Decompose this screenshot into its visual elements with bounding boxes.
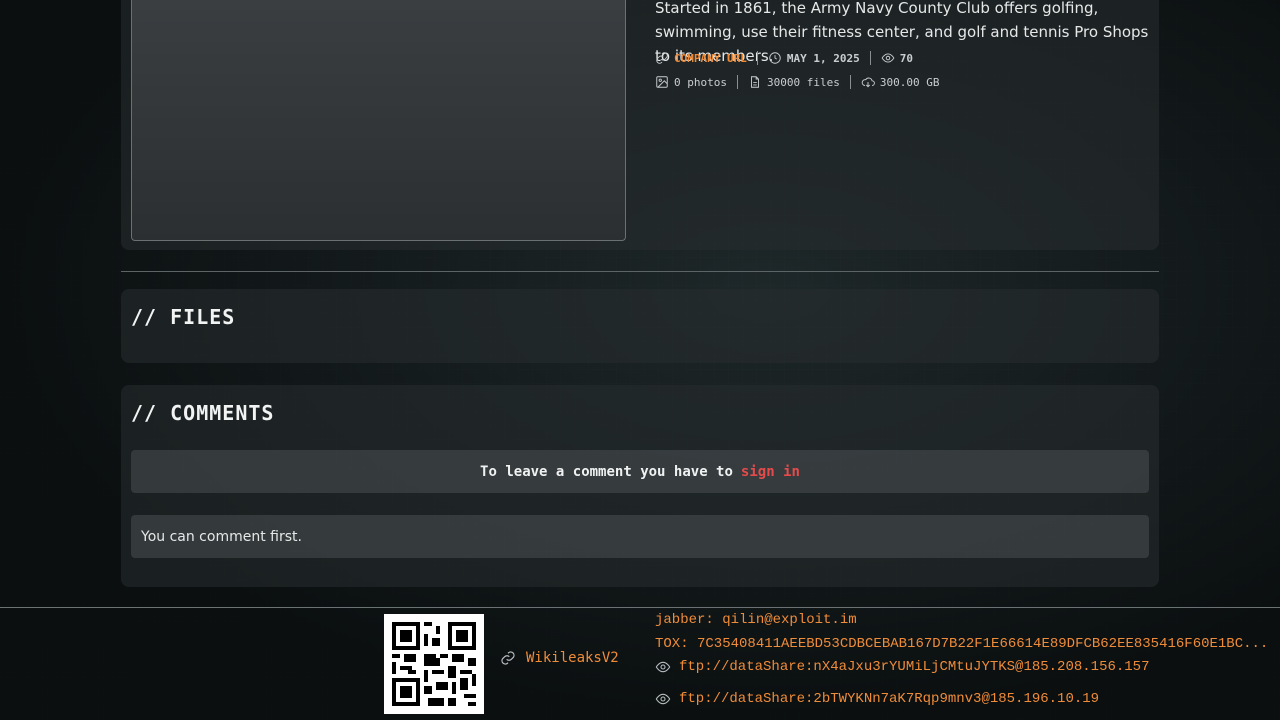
files-title: // FILES [131,305,236,329]
ftp-link-2-text: ftp://dataShare:2bTWYKNn7aK7Rqp9mnv3@185… [679,691,1100,707]
size-value: 300.00 GB [879,75,940,89]
company-stats-row: 0 photos 30000 files 300.00 GB [655,73,939,91]
company-preview-image [131,0,626,241]
tox-contact[interactable]: TOX: 7C35408411AEEBD53CDBCEBAB167D7B22F1… [655,636,1275,652]
clock-icon [769,52,781,64]
ftp-link-2[interactable]: ftp://dataShare:2bTWYKNn7aK7Rqp9mnv3@185… [655,691,1099,707]
photos-value: 0 photos [674,75,727,89]
link-icon [656,52,668,64]
empty-comments-text: You can comment first. [141,528,302,545]
ftp-link-1-text: ftp://dataShare:nX4aJxu3rYUMiLjCMtuJYTKS… [679,659,1150,675]
meta-divider [756,51,758,65]
photos-count: 0 photos [655,75,727,89]
files-count: 30000 files [748,75,840,89]
views-value: 70 [899,51,913,65]
signin-prompt-text: To leave a comment you have to [480,463,733,480]
meta-divider [869,51,871,65]
publish-date: MAY 1, 2025 [768,51,860,65]
views-count: 70 [881,51,913,65]
file-icon [751,76,759,88]
publish-date-value: MAY 1, 2025 [786,51,860,65]
qr-code [384,614,484,714]
signin-prompt-box: To leave a comment you have to sign in [131,450,1149,493]
jabber-contact[interactable]: jabber: qilin@exploit.im [655,612,857,628]
company-url-link[interactable]: COMPANY URL [655,51,747,65]
image-icon [656,76,668,88]
sign-in-link[interactable]: sign in [741,464,800,480]
company-meta-row: COMPANY URL MAY 1, 2025 70 [655,49,913,67]
meta-divider [736,75,738,89]
company-url-label: COMPANY URL [674,51,747,65]
cloud-download-icon [861,77,875,88]
eye-icon [655,693,671,705]
files-value: 30000 files [766,75,840,89]
eye-icon [655,661,671,673]
meta-divider [849,75,851,89]
comments-title: // COMMENTS [131,401,275,425]
data-size: 300.00 GB [861,75,940,89]
files-panel [121,289,1159,363]
eye-icon [881,53,895,63]
qr-code-image [384,614,484,714]
ftp-link-1[interactable]: ftp://dataShare:nX4aJxu3rYUMiLjCMtuJYTKS… [655,659,1149,675]
footer-divider [0,607,1280,608]
empty-comments-box: You can comment first. [131,515,1149,558]
wikileaks-link[interactable]: WikileaksV2 [500,650,619,666]
link-icon [501,651,515,665]
section-divider [121,271,1159,272]
wikileaks-label: WikileaksV2 [526,650,619,666]
